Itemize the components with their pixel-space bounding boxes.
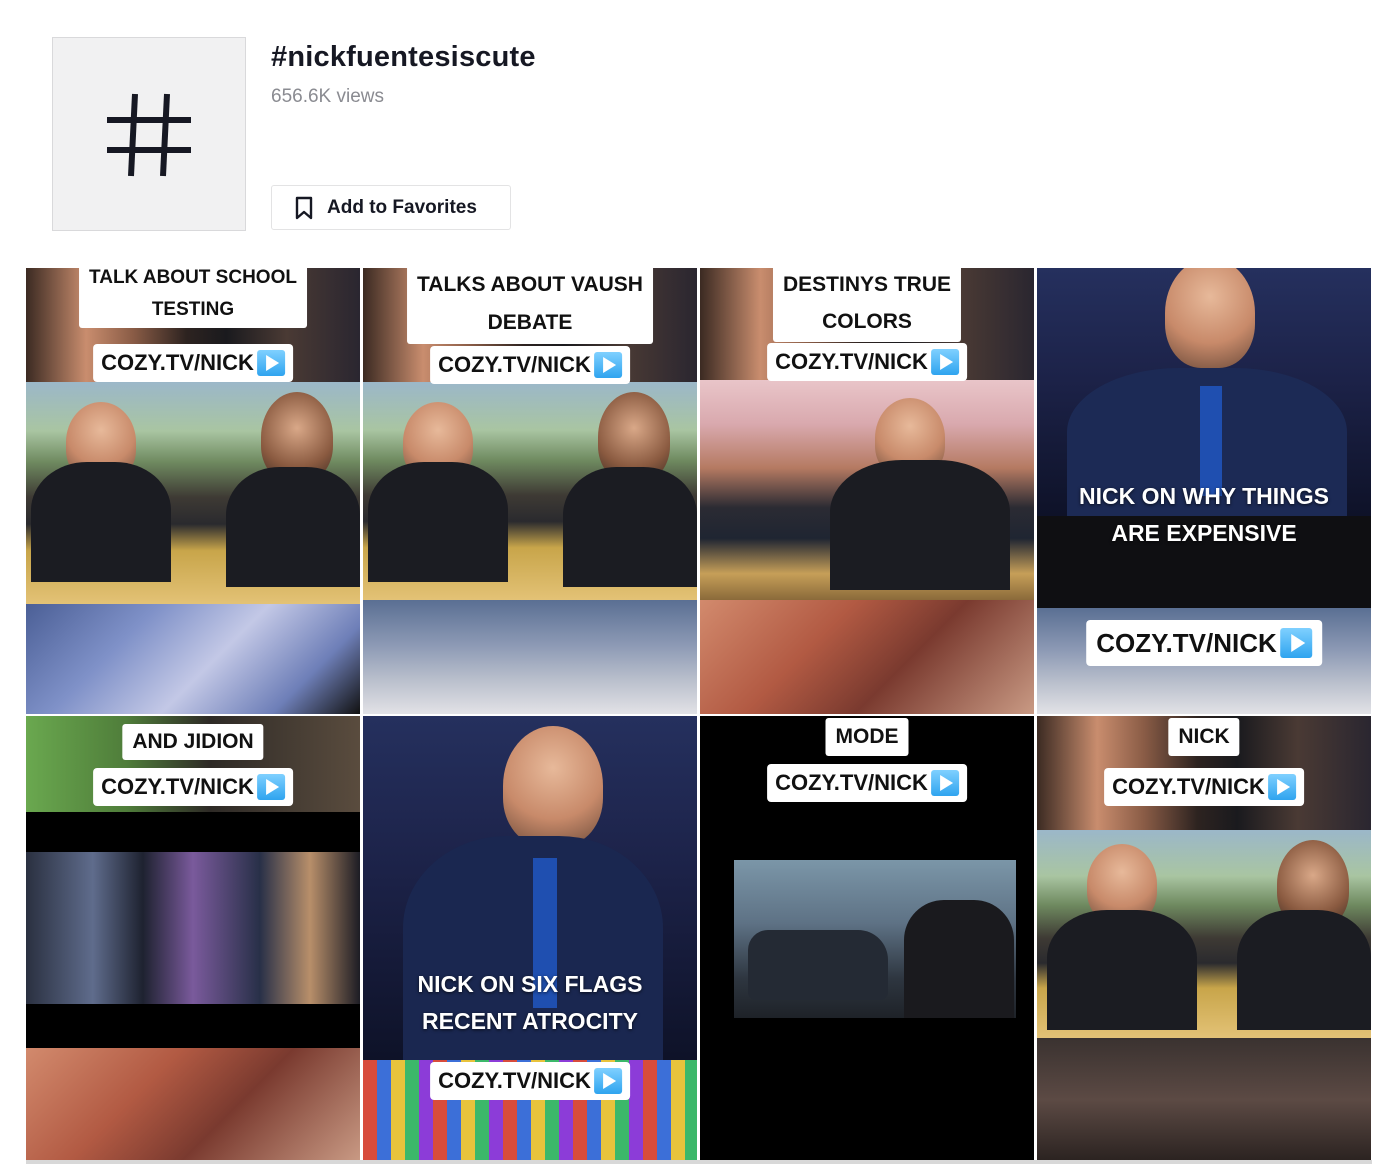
video-card[interactable]: TALKS ABOUT VAUSH DEBATE COZY.TV/NICK <box>363 268 697 714</box>
video-frame <box>1037 1038 1371 1162</box>
video-card[interactable]: DESTINYS TRUE COLORS COZY.TV/NICK <box>700 268 1034 714</box>
cozy-link-badge: COZY.TV/NICK <box>1086 620 1322 666</box>
video-frame <box>363 600 697 714</box>
play-icon <box>256 350 285 376</box>
video-caption: NICK ON SIX FLAGS RECENT ATROCITY <box>417 971 643 1034</box>
video-frame <box>700 600 1034 714</box>
video-caption: DESTINYS TRUE COLORS <box>772 268 962 342</box>
cozy-link-badge: COZY.TV/NICK <box>767 343 967 381</box>
add-to-favorites-button[interactable]: Add to Favorites <box>271 185 511 230</box>
video-caption: NICK <box>1168 718 1240 756</box>
cozy-link-badge: COZY.TV/NICK <box>430 1062 630 1100</box>
next-row-peek <box>26 1160 1372 1164</box>
video-frame <box>26 812 360 852</box>
play-icon <box>593 1068 622 1094</box>
video-frame <box>734 860 1016 1018</box>
video-card[interactable]: TALK ABOUT SCHOOL TESTING COZY.TV/NICK <box>26 268 360 714</box>
play-icon <box>1267 774 1296 800</box>
cozy-link-badge: COZY.TV/NICK <box>1104 768 1304 806</box>
bookmark-icon <box>295 196 313 219</box>
video-card[interactable]: NICK ON WHY THINGS ARE EXPENSIVE COZY.TV… <box>1037 268 1371 714</box>
video-frame <box>26 382 360 604</box>
video-frame <box>26 1004 360 1048</box>
cozy-link-badge: COZY.TV/NICK <box>430 346 630 384</box>
play-icon <box>930 349 959 375</box>
video-caption: NICK ON WHY THINGS ARE EXPENSIVE <box>1078 483 1330 546</box>
video-caption: AND JIDION <box>122 724 264 760</box>
video-frame <box>26 604 360 714</box>
video-frame <box>26 852 360 1004</box>
view-count: 656.6K views <box>271 86 385 107</box>
cozy-link-badge: COZY.TV/NICK <box>93 344 293 382</box>
video-card[interactable]: NICK ON SIX FLAGS RECENT ATROCITY COZY.T… <box>363 716 697 1162</box>
video-card[interactable]: MODE COZY.TV/NICK <box>700 716 1034 1162</box>
video-caption: MODE <box>825 718 909 756</box>
video-card[interactable]: AND JIDION COZY.TV/NICK <box>26 716 360 1162</box>
page-title: #nickfuentesiscute <box>271 41 536 73</box>
hashtag-header: #nickfuentesiscute 656.6K views Add to F… <box>52 37 1352 232</box>
hashtag-icon <box>107 93 191 177</box>
hashtag-avatar <box>52 37 246 231</box>
play-icon <box>593 352 622 378</box>
play-icon <box>930 770 959 796</box>
video-caption: TALK ABOUT SCHOOL TESTING <box>79 268 307 328</box>
cozy-link-badge: COZY.TV/NICK <box>767 764 967 802</box>
video-frame <box>363 382 697 600</box>
cozy-link-badge: COZY.TV/NICK <box>93 768 293 806</box>
play-icon <box>1279 628 1312 658</box>
video-frame <box>1037 830 1371 1038</box>
video-caption: TALKS ABOUT VAUSH DEBATE <box>407 268 653 344</box>
video-grid: TALK ABOUT SCHOOL TESTING COZY.TV/NICK T… <box>26 268 1372 1164</box>
add-to-favorites-label: Add to Favorites <box>327 196 477 218</box>
play-icon <box>256 774 285 800</box>
video-card[interactable]: NICK COZY.TV/NICK <box>1037 716 1371 1162</box>
video-frame <box>700 380 1034 600</box>
video-frame <box>26 1048 360 1162</box>
